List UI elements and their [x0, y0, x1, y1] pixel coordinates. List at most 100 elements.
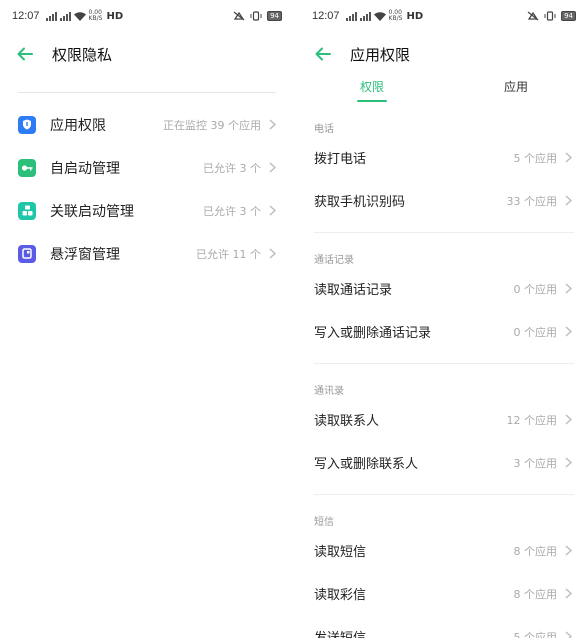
- floating-window-management-item[interactable]: 悬浮窗管理 已允许 11 个: [0, 232, 294, 275]
- wifi-icon: [373, 11, 386, 21]
- linked-launch-management-item[interactable]: 关联启动管理 已允许 3 个: [0, 189, 294, 232]
- chevron-right-icon: [565, 457, 572, 468]
- item-value: 8 个应用: [513, 587, 558, 601]
- signal-icon: [359, 11, 371, 21]
- item-label: 自启动管理: [50, 160, 120, 177]
- battery-icon: 94: [561, 11, 576, 21]
- chevron-right-icon: [269, 248, 276, 259]
- item-value: 33 个应用: [506, 194, 558, 208]
- vibrate-icon: [544, 11, 556, 21]
- chevron-right-icon: [565, 283, 572, 294]
- item-value: 3 个应用: [513, 456, 558, 470]
- wifi-icon: [73, 11, 86, 21]
- app-permissions-item[interactable]: 应用权限 正在监控 39 个应用: [0, 103, 294, 146]
- item-value: 已允许 11 个: [196, 247, 261, 261]
- title-bar: 权限隐私: [0, 32, 294, 76]
- status-time: 12:07: [312, 10, 340, 22]
- section-phone: 电话 拨打电话 5 个应用 获取手机识别码 33 个应用: [300, 106, 588, 233]
- battery-icon: 94: [267, 11, 282, 21]
- chevron-right-icon: [269, 119, 276, 130]
- chevron-right-icon: [269, 162, 276, 173]
- network-speed: 0.00 KB/S: [88, 9, 103, 22]
- section-header: 短信: [314, 517, 334, 528]
- divider: [314, 363, 574, 364]
- section-header: 通话记录: [314, 255, 354, 266]
- permission-item-read-mms[interactable]: 读取彩信 8 个应用: [300, 572, 588, 615]
- item-label: 关联启动管理: [50, 203, 134, 220]
- tab-permissions[interactable]: 权限: [300, 72, 444, 106]
- item-value: 0 个应用: [513, 282, 558, 296]
- item-value: 0 个应用: [513, 325, 558, 339]
- tab-apps[interactable]: 应用: [444, 72, 588, 106]
- permission-item-make-calls[interactable]: 拨打电话 5 个应用: [300, 136, 588, 179]
- item-label: 应用权限: [50, 117, 106, 134]
- section-call-log: 通话记录 读取通话记录 0 个应用 写入或删除通话记录 0 个应用: [300, 237, 588, 364]
- title-bar: 应用权限: [300, 32, 588, 76]
- item-value: 正在监控 39 个应用: [163, 118, 261, 132]
- item-label: 获取手机识别码: [314, 195, 406, 210]
- page-title: 权限隐私: [52, 45, 113, 64]
- item-value: 8 个应用: [513, 544, 558, 558]
- item-value: 5 个应用: [513, 630, 558, 638]
- item-label: 发送短信: [314, 627, 366, 638]
- item-label: 读取彩信: [314, 588, 367, 603]
- divider: [18, 92, 276, 93]
- page-title: 应用权限: [350, 45, 411, 64]
- permission-item-read-call-log[interactable]: 读取通话记录 0 个应用: [300, 267, 588, 310]
- chevron-right-icon: [565, 414, 572, 425]
- permission-item-read-sms[interactable]: 读取短信 8 个应用: [300, 529, 588, 572]
- tab-bar: 权限 应用: [300, 72, 588, 106]
- item-label: 悬浮窗管理: [50, 246, 120, 263]
- mute-icon: [527, 11, 539, 21]
- signal-icon: [45, 11, 57, 21]
- item-value: 已允许 3 个: [203, 161, 261, 175]
- permission-item-read-contacts[interactable]: 读取联系人 12 个应用: [300, 398, 588, 441]
- chevron-right-icon: [565, 545, 572, 556]
- section-header: 通讯录: [314, 386, 344, 397]
- item-value: 12 个应用: [506, 413, 558, 427]
- signal-icon: [345, 11, 357, 21]
- mute-icon: [233, 11, 245, 21]
- item-label: 拨打电话: [314, 152, 367, 167]
- chevron-right-icon: [565, 195, 572, 206]
- chevron-right-icon: [565, 588, 572, 599]
- back-arrow-icon[interactable]: [314, 45, 332, 63]
- section-contacts: 通讯录 读取联系人 12 个应用 写入或删除联系人 3 个应用: [300, 368, 588, 495]
- status-bar: 12:07 0.00 KB/S HD 94: [0, 0, 294, 32]
- permission-item-device-id[interactable]: 获取手机识别码 33 个应用: [300, 179, 588, 222]
- section-sms: 短信 读取短信 8 个应用 读取彩信 8 个应用 发送短信 5 个应用: [300, 499, 588, 638]
- apps-icon: [18, 201, 36, 220]
- item-value: 已允许 3 个: [203, 204, 261, 218]
- hd-indicator: HD: [106, 10, 124, 22]
- vibrate-icon: [250, 11, 262, 21]
- status-time: 12:07: [12, 10, 40, 22]
- privacy-permissions-screen: 12:07 0.00 KB/S HD 94 权限隐私 应用权限 正在监控 39 …: [0, 0, 294, 638]
- network-speed: 0.00 KB/S: [388, 9, 403, 22]
- item-label: 读取通话记录: [314, 283, 393, 298]
- permission-item-write-call-log[interactable]: 写入或删除通话记录 0 个应用: [300, 310, 588, 353]
- permission-item-write-contacts[interactable]: 写入或删除联系人 3 个应用: [300, 441, 588, 484]
- item-label: 写入或删除联系人: [314, 457, 419, 472]
- signal-icon: [59, 11, 71, 21]
- status-bar: 12:07 0.00 KB/S HD 94: [300, 0, 588, 32]
- settings-list: 应用权限 正在监控 39 个应用 自启动管理 已允许 3 个 关联启动管理 已允…: [0, 103, 294, 275]
- autostart-management-item[interactable]: 自启动管理 已允许 3 个: [0, 146, 294, 189]
- shield-icon: [18, 115, 36, 134]
- window-icon: [18, 244, 36, 263]
- item-label: 写入或删除通话记录: [314, 326, 432, 341]
- permission-item-send-sms[interactable]: 发送短信 5 个应用: [300, 615, 588, 638]
- app-permissions-screen: 12:07 0.00 KB/S HD 94 应用权限 权限 应用 电话 拨打电话…: [300, 0, 588, 638]
- back-arrow-icon[interactable]: [16, 45, 34, 63]
- item-label: 读取短信: [314, 545, 367, 560]
- chevron-right-icon: [269, 205, 276, 216]
- key-icon: [18, 158, 36, 177]
- chevron-right-icon: [565, 326, 572, 337]
- divider: [314, 494, 574, 495]
- divider: [314, 232, 574, 233]
- section-header: 电话: [314, 124, 334, 135]
- item-label: 读取联系人: [314, 414, 380, 429]
- chevron-right-icon: [565, 152, 572, 163]
- chevron-right-icon: [565, 631, 572, 638]
- item-value: 5 个应用: [513, 151, 558, 165]
- hd-indicator: HD: [406, 10, 424, 22]
